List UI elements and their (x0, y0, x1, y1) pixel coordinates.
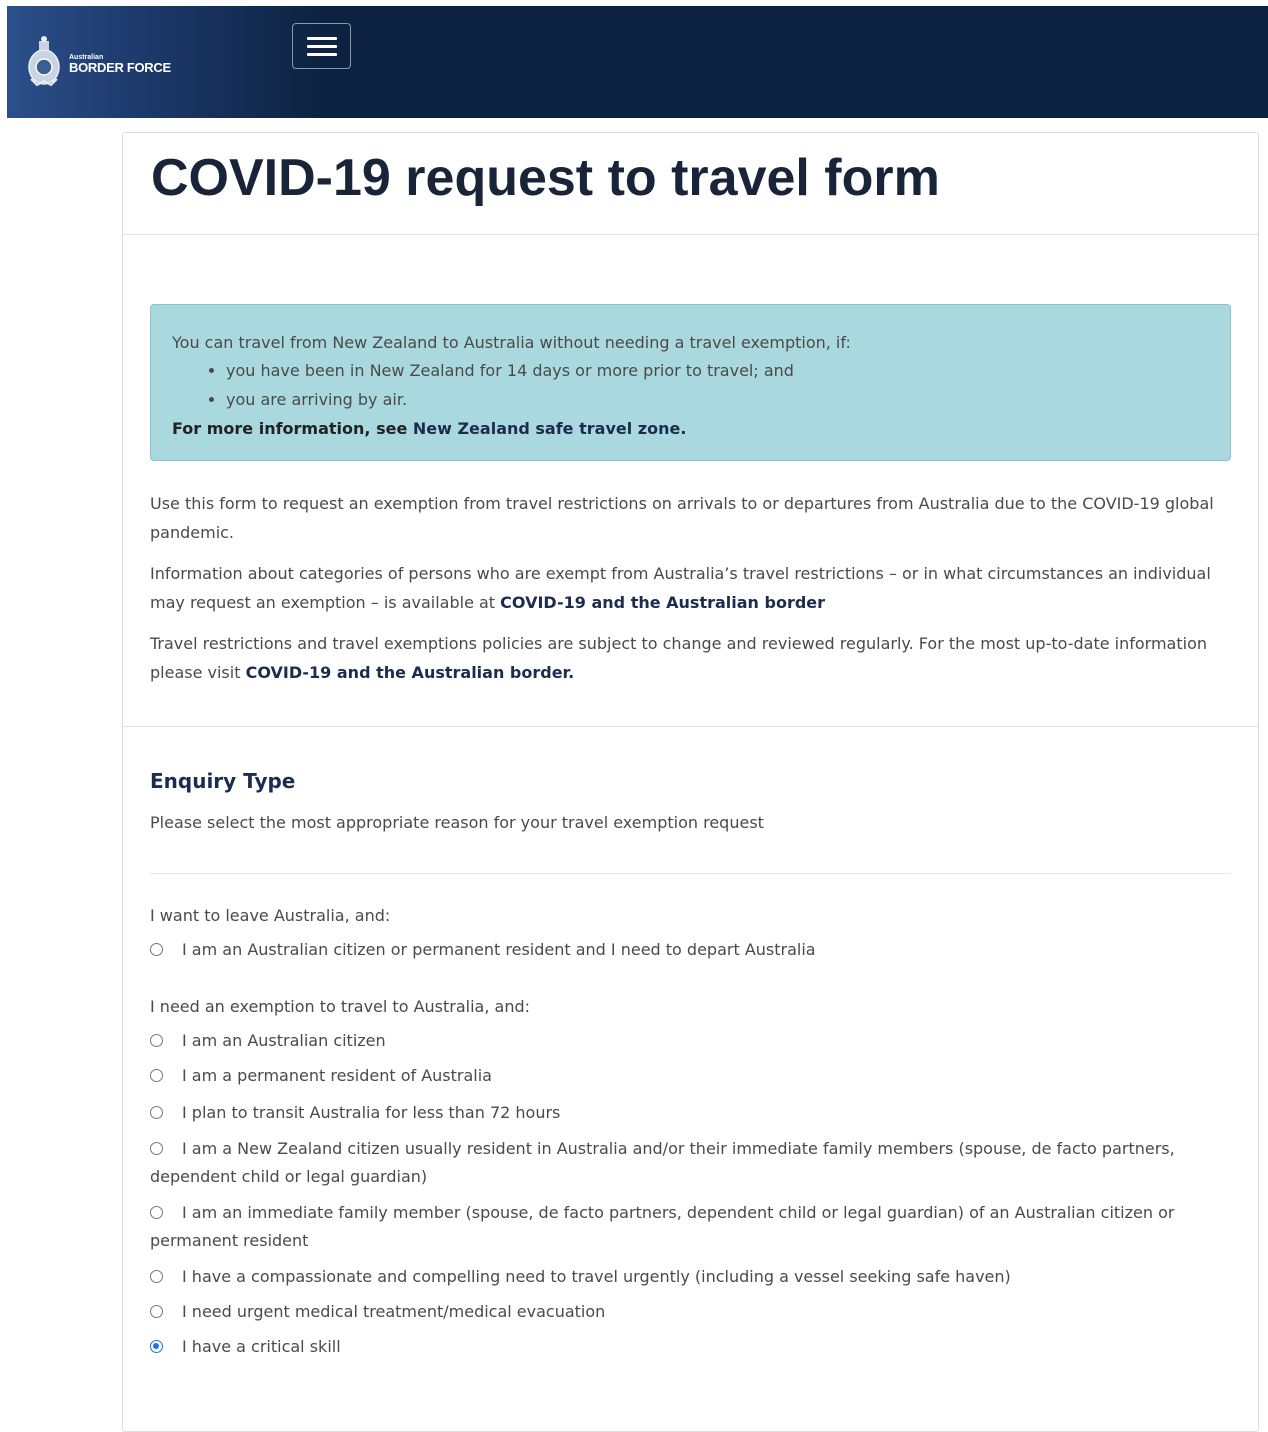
divider (123, 234, 1258, 235)
option-critical-skill[interactable]: I have a critical skill (150, 1333, 1225, 1361)
enquiry-type-heading: Enquiry Type (150, 769, 296, 793)
divider (150, 873, 1231, 874)
option-transit[interactable]: I plan to transit Australia for less tha… (150, 1099, 1225, 1127)
group-leave-label: I want to leave Australia, and: (150, 906, 391, 925)
intro-paragraph: Use this form to request an exemption fr… (150, 494, 1214, 542)
option-immediate-family[interactable]: I am an immediate family member (spouse,… (150, 1199, 1225, 1255)
option-nz-citizen[interactable]: I am a New Zealand citizen usually resid… (150, 1135, 1225, 1191)
radio-button[interactable] (150, 1142, 163, 1155)
alert-bullet: you are arriving by air. (226, 386, 1210, 415)
option-label: I am a permanent resident of Australia (182, 1066, 492, 1085)
option-medical[interactable]: I need urgent medical treatment/medical … (150, 1298, 1225, 1326)
radio-button[interactable] (150, 943, 163, 956)
option-compassionate[interactable]: I have a compassionate and compelling ne… (150, 1263, 1225, 1291)
logo-big-text: BORDER FORCE (69, 60, 171, 75)
nz-safe-travel-link[interactable]: New Zealand safe travel zone. (413, 419, 687, 438)
alert-bullet: you have been in New Zealand for 14 days… (226, 357, 1210, 386)
covid-border-link[interactable]: COVID-19 and the Australian border (500, 593, 825, 612)
covid-border-link-2[interactable]: COVID-19 and the Australian border. (246, 663, 575, 682)
radio-button[interactable] (150, 1270, 163, 1283)
option-label: I have a compassionate and compelling ne… (182, 1267, 1011, 1286)
hamburger-line (306, 44, 337, 48)
page-title: COVID-19 request to travel form (151, 149, 940, 207)
intro-paragraph: Travel restrictions and travel exemption… (150, 629, 1220, 687)
radio-button[interactable] (150, 1034, 163, 1047)
option-label: I need urgent medical treatment/medical … (182, 1302, 606, 1321)
border-force-logo[interactable]: Australian BORDER FORCE (27, 26, 187, 102)
option-label: I have a critical skill (182, 1337, 341, 1356)
alert-intro: You can travel from New Zealand to Austr… (172, 333, 851, 352)
hamburger-menu-icon (306, 36, 337, 40)
option-depart-australia[interactable]: I am an Australian citizen or permanent … (150, 936, 1225, 964)
divider (123, 726, 1258, 727)
option-label: I plan to transit Australia for less tha… (182, 1103, 561, 1122)
option-label: I am an Australian citizen (182, 1031, 386, 1050)
alert-list: you have been in New Zealand for 14 days… (172, 357, 1210, 414)
hamburger-line (306, 52, 337, 56)
option-label: I am an Australian citizen or permanent … (182, 940, 816, 959)
form-card: COVID-19 request to travel form You can … (122, 132, 1259, 1432)
option-label: I am a New Zealand citizen usually resid… (150, 1139, 1175, 1186)
intro-paragraph: Information about categories of persons … (150, 559, 1220, 617)
radio-button[interactable] (150, 1069, 163, 1082)
enquiry-type-description: Please select the most appropriate reaso… (150, 813, 764, 832)
option-label: I am an immediate family member (spouse,… (150, 1203, 1175, 1250)
crest-icon (27, 31, 61, 97)
hamburger-menu-button[interactable] (292, 23, 351, 69)
radio-button-selected[interactable] (150, 1340, 163, 1353)
alert-more-info: For more information, see New Zealand sa… (172, 414, 1210, 443)
intro-text: Use this form to request an exemption fr… (150, 489, 1220, 699)
radio-button[interactable] (150, 1305, 163, 1318)
group-enter-label: I need an exemption to travel to Austral… (150, 997, 530, 1016)
site-header: Australian BORDER FORCE (7, 6, 1268, 118)
alert-more-prefix: For more information, see (172, 419, 413, 438)
option-permanent-resident[interactable]: I am a permanent resident of Australia (150, 1062, 1225, 1090)
radio-button[interactable] (150, 1106, 163, 1119)
info-alert: You can travel from New Zealand to Austr… (150, 304, 1231, 461)
option-australian-citizen[interactable]: I am an Australian citizen (150, 1027, 1225, 1055)
radio-button[interactable] (150, 1206, 163, 1219)
